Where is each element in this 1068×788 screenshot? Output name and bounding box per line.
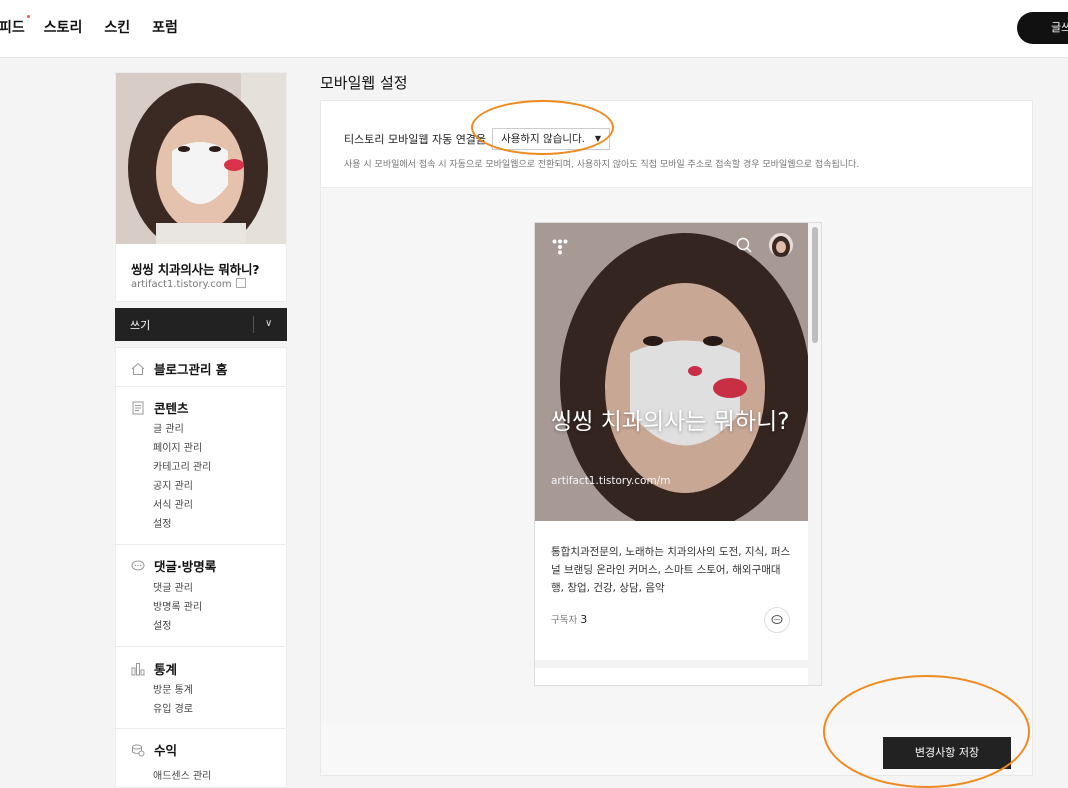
- write-post-button[interactable]: 글쓰기: [1017, 12, 1068, 44]
- sidebar-subitem-comment-manage[interactable]: 댓글 관리: [153, 579, 193, 594]
- sidebar-subitem-referrer[interactable]: 유입 경로: [153, 700, 193, 715]
- preview-scrollbar[interactable]: [808, 223, 821, 685]
- scrollbar-thumb[interactable]: [812, 227, 818, 343]
- preview-hero: 씽씽 치과의사는 뭐하니? artifact1.tistory.com/m: [535, 223, 808, 521]
- nav-feed[interactable]: 피드: [0, 15, 30, 38]
- blog-profile-photo[interactable]: [116, 73, 286, 244]
- sidebar-blog-url[interactable]: artifact1.tistory.com: [131, 278, 246, 290]
- sidebar-blog-url-text: artifact1.tistory.com: [131, 279, 232, 290]
- avatar[interactable]: [769, 233, 793, 257]
- subscribers-count: 3: [580, 613, 588, 626]
- sidebar-subitem-notice-manage[interactable]: 공지 관리: [153, 477, 193, 492]
- subscribers-label: 구독자: [551, 615, 578, 626]
- sidebar-item-revenue[interactable]: 수익: [131, 740, 177, 759]
- external-link-icon: [235, 278, 246, 288]
- preview-comment-button[interactable]: [764, 607, 790, 633]
- sidebar-subitem-comments-settings[interactable]: 설정: [153, 617, 171, 632]
- sidebar-write-bar[interactable]: 쓰기 ∨: [115, 308, 287, 341]
- search-icon[interactable]: [736, 237, 752, 253]
- auto-connect-select-value: 사용하지 않습니다.: [501, 133, 586, 145]
- top-navigation-bar: 피드 스토리 스킨 포럼 글쓰기: [0, 0, 1068, 58]
- sidebar-item-label: 통계: [154, 662, 178, 677]
- sidebar-item-blog-home[interactable]: 블로그관리 홈: [131, 359, 227, 378]
- sidebar-item-label: 수익: [154, 743, 178, 758]
- divider: [253, 316, 254, 333]
- sidebar-item-label: 블로그관리 홈: [154, 362, 228, 377]
- panel-footer: 변경사항 저장: [321, 725, 1032, 775]
- sidebar-item-contents[interactable]: 콘텐츠: [131, 398, 189, 417]
- bar-chart-icon: [131, 662, 145, 675]
- speech-bubble-icon: [771, 615, 783, 624]
- home-icon: [131, 362, 145, 375]
- document-icon: [132, 401, 144, 414]
- sidebar-section-comments: 댓글·방명록 댓글 관리 방명록 관리 설정: [116, 544, 286, 647]
- sidebar-subitem-contents-settings[interactable]: 설정: [153, 515, 171, 530]
- sidebar-subitem-visit-stats[interactable]: 방문 통계: [153, 681, 193, 696]
- preview-blog-url: artifact1.tistory.com/m: [551, 475, 671, 487]
- blog-profile-card: 씽씽 치과의사는 뭐하니? artifact1.tistory.com: [115, 72, 287, 302]
- tistory-logo-icon[interactable]: [552, 239, 568, 255]
- auto-connect-select[interactable]: 사용하지 않습니다. ▼: [492, 128, 611, 150]
- sidebar-section-contents: 콘텐츠 글 관리 페이지 관리 카테고리 관리 공지 관리 서식 관리 설정: [116, 386, 286, 545]
- nav-skin[interactable]: 스킨: [104, 18, 130, 38]
- nav-story[interactable]: 스토리: [44, 18, 83, 38]
- nav-forum[interactable]: 포럼: [152, 18, 178, 38]
- main-nav: 피드 스토리 스킨 포럼: [0, 15, 200, 38]
- new-indicator-dot: [26, 15, 30, 18]
- sidebar-subitem-post-manage[interactable]: 글 관리: [153, 420, 184, 435]
- sidebar-item-comments[interactable]: 댓글·방명록: [131, 556, 216, 575]
- sidebar-section-home: 블로그관리 홈: [116, 348, 286, 387]
- preview-subscribers: 구독자 3: [551, 612, 587, 626]
- sidebar-subitem-guestbook-manage[interactable]: 방명록 관리: [153, 598, 202, 613]
- sidebar-blog-title[interactable]: 씽씽 치과의사는 뭐하니?: [131, 259, 260, 278]
- auto-connect-setting-row: 티스토리 모바일웹 자동 연결을 사용하지 않습니다. ▼: [344, 128, 611, 150]
- preview-blog-description: 통합치과전문의, 노래하는 치과의사의 도전, 지식, 퍼스널 브랜딩 온라인 …: [551, 546, 791, 594]
- sidebar-item-label: 댓글·방명록: [154, 559, 217, 574]
- sidebar-subitem-template-manage[interactable]: 서식 관리: [153, 496, 193, 511]
- preview-blog-title: 씽씽 치과의사는 뭐하니?: [551, 409, 790, 435]
- sidebar-subitem-adsense-manage[interactable]: 애드센스 관리: [153, 767, 211, 782]
- mobile-preview-area: 씽씽 치과의사는 뭐하니? artifact1.tistory.com/m 통합…: [321, 187, 1032, 726]
- chevron-down-icon[interactable]: ∨: [265, 318, 272, 329]
- sidebar-section-stats: 통계 방문 통계 유입 경로: [116, 646, 286, 729]
- page-title: 모바일웹 설정: [320, 74, 408, 92]
- divider: [535, 660, 808, 668]
- caret-down-icon: ▼: [594, 134, 602, 143]
- mobile-web-settings-panel: 티스토리 모바일웹 자동 연결을 사용하지 않습니다. ▼ 사용 시 모바일에서…: [320, 100, 1033, 776]
- nav-feed-label: 피드: [0, 20, 25, 36]
- sidebar-item-label: 콘텐츠: [154, 401, 189, 416]
- sidebar-menu: 블로그관리 홈 콘텐츠 글 관리 페이지 관리 카테고리 관리 공지 관리 서식…: [115, 347, 287, 788]
- sidebar-write-label: 쓰기: [130, 319, 151, 332]
- sidebar-section-revenue: 수익 애드센스 관리: [116, 728, 286, 787]
- profile-photo-illustration: [116, 73, 286, 244]
- mobile-preview-frame: 씽씽 치과의사는 뭐하니? artifact1.tistory.com/m 통합…: [534, 222, 822, 686]
- sidebar-subitem-page-manage[interactable]: 페이지 관리: [153, 439, 202, 454]
- save-changes-button[interactable]: 변경사항 저장: [883, 737, 1011, 769]
- auto-connect-label: 티스토리 모바일웹 자동 연결을: [344, 133, 487, 146]
- speech-bubble-icon: [131, 560, 145, 570]
- sidebar-item-stats[interactable]: 통계: [131, 659, 177, 678]
- coins-icon: [132, 744, 145, 756]
- auto-connect-description: 사용 시 모바일에서 접속 시 자동으로 모바일웹으로 전환되며, 사용하지 않…: [344, 160, 860, 170]
- sidebar-subitem-category-manage[interactable]: 카테고리 관리: [153, 458, 211, 473]
